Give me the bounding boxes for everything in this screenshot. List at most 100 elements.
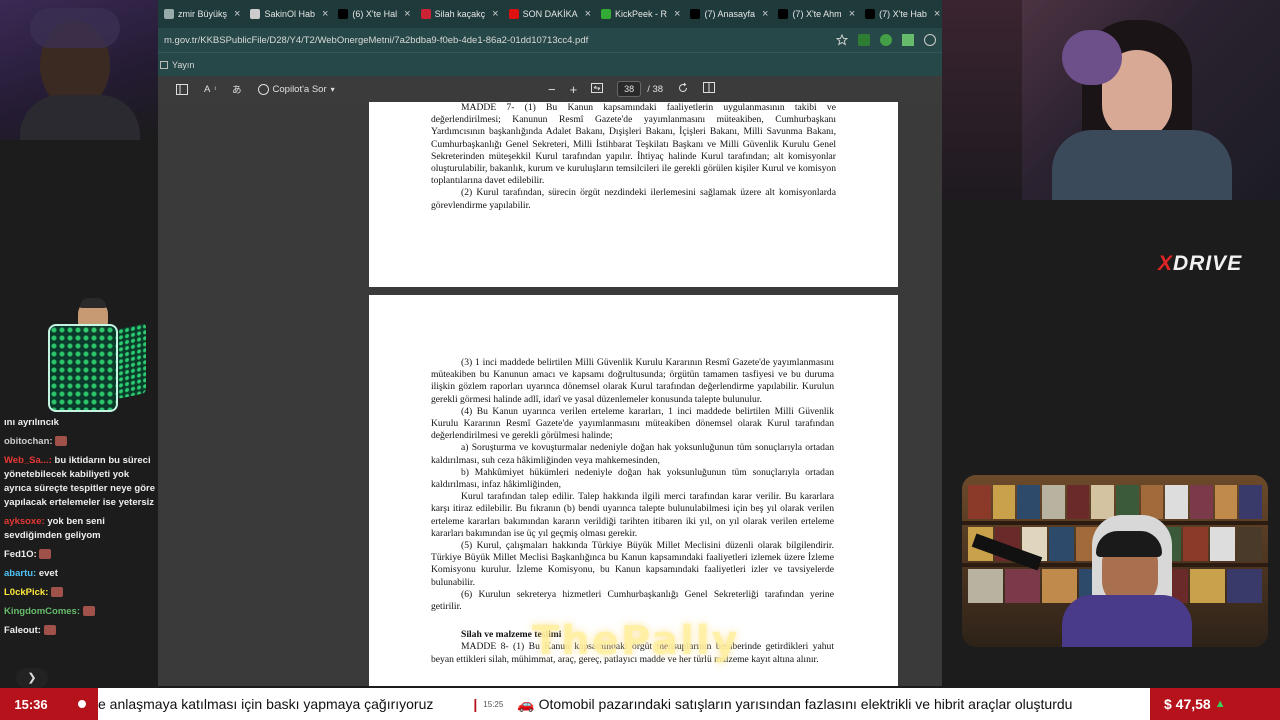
tab-label: zmir Büyükş — [178, 9, 228, 19]
chat-username[interactable]: Web_Sa...: — [4, 455, 52, 466]
tab-favicon-icon — [164, 9, 174, 19]
chat-username[interactable]: ayksoxe: — [4, 516, 45, 527]
pdf-viewer[interactable]: MADDE 7- (1) Bu Kanun kapsamındaki faali… — [158, 102, 942, 686]
chat-username[interactable]: KingdomComes: — [4, 606, 80, 617]
tab-favicon-icon — [865, 9, 876, 19]
chat-message: ayksoxe: yok ben seni sevdiğimden geliyo… — [4, 515, 158, 543]
rotate-icon[interactable] — [677, 82, 689, 97]
profile-icon[interactable] — [924, 34, 936, 46]
bookmark-icon — [160, 60, 168, 69]
news-ticker: 15:36 e anlaşmaya katılması için baskı y… — [0, 688, 1280, 720]
ticker-headline: 🚗 Otomobil pazarındaki satışların yarısı… — [517, 695, 1073, 712]
bookmark-yayin[interactable]: Yayın — [172, 60, 194, 70]
close-icon[interactable]: × — [849, 8, 855, 20]
pdf-paragraph: (4) Bu Kanun uyarınca verilen erteleme k… — [431, 405, 834, 442]
browser-tab[interactable]: (7) X'te Hab × — [861, 3, 942, 25]
tab-label: Silah kaçakç — [434, 9, 486, 19]
logo-text: DRIVE — [1173, 252, 1243, 275]
browser-tab[interactable]: Silah kaçakç × — [417, 3, 503, 25]
pdf-paragraph: a) Soruşturma ve kovuşturmalar nedeniyle… — [431, 442, 834, 466]
browser-tab[interactable]: KickPeek - R × — [597, 3, 684, 25]
xdrive-logo: XDRIVE — [1158, 252, 1242, 276]
read-aloud-icon[interactable]: Aı — [204, 84, 216, 95]
tab-favicon-icon — [250, 9, 261, 19]
browser-tab[interactable]: (7) Anasayfa × — [686, 3, 772, 25]
copilot-icon — [257, 83, 269, 95]
chat-message: L0ckPick: — [4, 586, 158, 600]
zoom-in-button[interactable]: + — [570, 82, 578, 97]
tab-label: (6) X'te Hal — [352, 9, 398, 19]
page-controls: − + 38 / 38 — [548, 81, 716, 97]
pdf-paragraph: MADDE 7- (1) Bu Kanun kapsamındaki faali… — [431, 102, 836, 187]
tab-label: KickPeek - R — [615, 9, 668, 19]
address-bar[interactable]: m.gov.tr/KKBSPublicFile/D28/Y4/T2/WebOne… — [158, 28, 942, 52]
ticker-headline: e anlaşmaya katılması için baskı yapmaya… — [98, 696, 434, 712]
browser-tab[interactable]: (6) X'te Hal × — [334, 3, 414, 25]
sidebar-toggle-icon[interactable] — [176, 83, 188, 95]
close-icon[interactable]: × — [934, 8, 940, 20]
page-view-icon[interactable] — [703, 82, 716, 96]
chat-username[interactable]: obitochan: — [4, 436, 53, 447]
browser-tab[interactable]: (7) X'te Ahm × — [774, 3, 859, 25]
fit-page-icon[interactable] — [591, 82, 604, 96]
extension-icon[interactable] — [858, 34, 870, 46]
chat-message: abartu: evet — [4, 567, 158, 581]
extension-icon[interactable] — [880, 34, 892, 46]
chat-text: ını ayrılıncık — [4, 417, 59, 428]
copilot-button[interactable]: Copilot'a Sor ▾ — [257, 83, 335, 95]
close-icon[interactable]: × — [492, 8, 498, 20]
pdf-page-37: MADDE 7- (1) Bu Kanun kapsamındaki faali… — [369, 102, 898, 287]
webcam-streamer-3 — [962, 475, 1268, 647]
tab-label: (7) X'te Ahm — [792, 9, 842, 19]
page-number-input[interactable]: 38 — [617, 81, 642, 97]
webcam-streamer-1 — [0, 0, 158, 140]
logo-x: X — [1158, 252, 1174, 275]
star-icon[interactable] — [835, 33, 849, 46]
tab-favicon-icon — [601, 9, 612, 19]
chat-username[interactable]: Faleout: — [4, 625, 41, 636]
chat-username[interactable]: abartu: — [4, 568, 36, 579]
copilot-label: Copilot'a Sor — [272, 83, 327, 95]
tab-favicon-icon — [508, 9, 519, 19]
close-icon[interactable]: × — [404, 8, 410, 20]
translate-icon[interactable]: あ — [232, 82, 242, 96]
ticker-band: e anlaşmaya katılması için baskı yapmaya… — [98, 688, 1150, 720]
tab-label: (7) Anasayfa — [704, 9, 755, 19]
tab-favicon-icon — [778, 9, 789, 19]
tab-favicon-icon — [338, 9, 349, 19]
emote-icon — [51, 587, 64, 598]
emote-icon — [55, 436, 68, 447]
zoom-out-button[interactable]: − — [548, 82, 556, 97]
close-icon[interactable]: × — [234, 8, 240, 20]
tab-label: SakinOl Hab — [264, 9, 315, 19]
chat-username[interactable]: L0ckPick: — [4, 587, 48, 598]
tab-favicon-icon — [690, 9, 701, 19]
browser-tab[interactable]: zmir Büyükş × — [160, 3, 244, 25]
extension-icon[interactable] — [902, 34, 914, 46]
browser-tab[interactable]: SON DAKİKA × — [505, 3, 595, 25]
price-widget: $ 47,58 ▲ — [1150, 688, 1280, 720]
browser-tab[interactable]: SakinOl Hab × — [246, 3, 332, 25]
stream-layout: zmir Büyükş × SakinOl Hab × (6) X'te Hal × Sil… — [0, 0, 1280, 720]
chat-username[interactable]: Fed1O: — [4, 549, 37, 560]
chat-message: Fed1O: — [4, 548, 158, 562]
pdf-paragraph: (3) 1 inci maddede belirtilen Milli Güve… — [431, 357, 834, 405]
streamer-avatar-figure — [26, 298, 156, 418]
chat-message: ını ayrılıncık — [4, 416, 158, 430]
watermark: ThePally — [532, 618, 740, 664]
webcam-streamer-2 — [942, 0, 1280, 200]
chevron-icon[interactable]: ❯ — [16, 668, 48, 688]
close-icon[interactable]: × — [322, 8, 328, 20]
ticker-clock: 15:36 — [0, 688, 62, 720]
bookshelf — [968, 485, 1263, 519]
chat-message: Faleout: — [4, 624, 158, 638]
tab-label: SON DAKİKA — [522, 9, 578, 19]
tab-label: (7) X'te Hab — [879, 9, 927, 19]
close-icon[interactable]: × — [762, 8, 768, 20]
ticker-separator: | — [473, 696, 478, 712]
url-text[interactable]: m.gov.tr/KKBSPublicFile/D28/Y4/T2/WebOne… — [164, 35, 836, 46]
close-icon[interactable]: × — [585, 8, 591, 20]
pdf-paragraph: (6) Kurulun sekreterya hizmetleri Cumhur… — [431, 588, 834, 613]
close-icon[interactable]: × — [674, 8, 680, 20]
emote-icon — [43, 625, 56, 636]
